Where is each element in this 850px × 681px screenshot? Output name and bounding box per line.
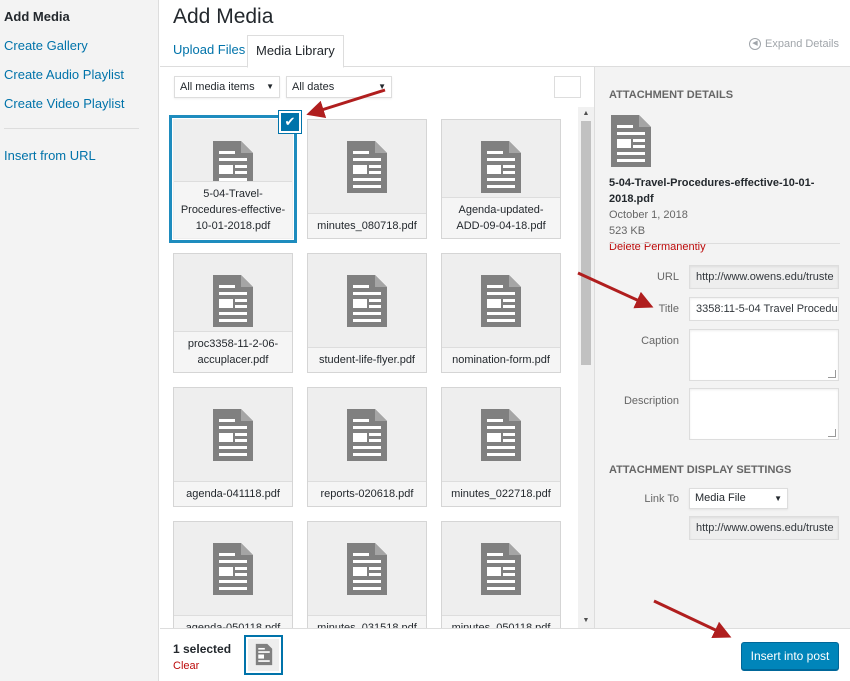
attachment-tile[interactable]: Agenda-updated-ADD-09-04-18.pdf [441, 119, 561, 239]
link-to-select[interactable]: Media File ▼ [689, 488, 788, 509]
media-type-filter[interactable]: All media items ▼ [174, 76, 280, 98]
media-sidebar-menu: Add Media Create Gallery Create Audio Pl… [0, 0, 159, 681]
attachment-tile[interactable]: 5-04-Travel-Procedures-effective-10-01-2… [173, 111, 301, 239]
title-field[interactable]: 3358:11-5-04 Travel Procedur [689, 297, 839, 321]
caption-textarea[interactable] [689, 329, 839, 381]
document-icon [611, 115, 651, 167]
attachment-tile[interactable]: reports-020618.pdf [307, 387, 427, 507]
attachment-tile[interactable]: minutes_080718.pdf [307, 119, 427, 239]
menu-separator [4, 128, 139, 129]
attachment-filename: minutes_050118.pdf [442, 615, 560, 628]
attachment-size: 523 KB [609, 225, 646, 237]
check-icon[interactable]: ✔ [279, 111, 301, 133]
attachment-filename: 5-04-Travel-Procedures-effective-10-01-2… [174, 181, 292, 238]
attachment-filename: minutes_031518.pdf [308, 615, 426, 628]
media-tabs: Upload Files Media Library [160, 35, 850, 68]
document-icon [347, 275, 387, 327]
document-icon [213, 275, 253, 327]
attachment-filename: Agenda-updated-ADD-09-04-18.pdf [442, 197, 560, 238]
tab-media-library[interactable]: Media Library [247, 35, 344, 68]
attachment-filename: agenda-041118.pdf [174, 481, 292, 506]
url-field[interactable]: http://www.owens.edu/truste [689, 265, 839, 289]
link-to-label: Link To [644, 493, 679, 505]
attachment-tile[interactable]: agenda-050118.pdf [173, 521, 293, 628]
document-icon [481, 409, 521, 461]
expand-details-icon: ◀ [749, 38, 761, 50]
attachment-filename: student-life-flyer.pdf [308, 347, 426, 372]
chevron-down-icon: ▼ [774, 494, 782, 503]
document-icon [481, 141, 521, 193]
document-icon [347, 543, 387, 595]
menu-add-media[interactable]: Add Media [0, 2, 158, 31]
document-icon [213, 409, 253, 461]
document-icon [213, 543, 253, 595]
date-filter[interactable]: All dates ▼ [286, 76, 392, 98]
menu-create-gallery[interactable]: Create Gallery [0, 31, 158, 60]
resize-grip-icon[interactable] [828, 370, 836, 378]
attachment-filename: nomination-form.pdf [442, 347, 560, 372]
title-label: Title [658, 303, 679, 315]
display-settings-heading: Attachment Display Settings [609, 464, 792, 476]
attachment-filename: agenda-050118.pdf [174, 615, 292, 628]
document-icon [481, 543, 521, 595]
attachment-details-panel: Attachment Details 5-04-Travel-Procedure… [594, 67, 850, 628]
media-bottom-toolbar: 1 selected Clear Insert into post [160, 628, 850, 681]
attachment-tile[interactable]: minutes_031518.pdf [307, 521, 427, 628]
url-label: URL [656, 271, 679, 283]
frame-title: Add Media [173, 5, 274, 28]
attachment-filename: minutes_022718.pdf [442, 481, 560, 506]
search-input[interactable] [554, 76, 581, 98]
date-filter-value: All dates [292, 81, 335, 93]
attachment-filename: 5-04-Travel-Procedures-effective-10-01-2… [609, 177, 815, 205]
attachment-tile[interactable]: agenda-041118.pdf [173, 387, 293, 507]
attachment-tile[interactable]: minutes_050118.pdf [441, 521, 561, 628]
attachment-tile[interactable]: proc3358-11-2-06-accuplacer.pdf [173, 253, 293, 373]
media-type-filter-value: All media items [180, 81, 255, 93]
scrollbar-thumb[interactable] [581, 121, 591, 365]
attachment-details-heading: Attachment Details [609, 89, 734, 101]
attachment-filename: proc3358-11-2-06-accuplacer.pdf [174, 331, 292, 372]
selection-count: 1 selected [173, 642, 232, 656]
media-toolbar: All media items ▼ All dates ▼ [160, 67, 594, 107]
caption-label: Caption [641, 335, 679, 347]
scroll-up-arrow-icon[interactable]: ▲ [578, 107, 594, 121]
expand-details-label: Expand Details [765, 38, 839, 50]
attachment-tile[interactable]: minutes_022718.pdf [441, 387, 561, 507]
menu-insert-from-url[interactable]: Insert from URL [0, 141, 158, 170]
attachments-grid: 5-04-Travel-Procedures-effective-10-01-2… [160, 107, 594, 628]
attachment-tile[interactable]: student-life-flyer.pdf [307, 253, 427, 373]
attachment-filename: reports-020618.pdf [308, 481, 426, 506]
scroll-down-arrow-icon[interactable]: ▼ [578, 614, 594, 628]
selected-attachment-thumbnail[interactable] [244, 635, 283, 675]
menu-create-video-playlist[interactable]: Create Video Playlist [0, 89, 158, 118]
document-icon [347, 141, 387, 193]
details-divider [609, 243, 840, 244]
attachment-date: October 1, 2018 [609, 209, 688, 221]
attachment-tile[interactable]: nomination-form.pdf [441, 253, 561, 373]
link-to-value: Media File [695, 492, 746, 504]
description-textarea[interactable] [689, 388, 839, 440]
menu-create-audio-playlist[interactable]: Create Audio Playlist [0, 60, 158, 89]
clear-selection-link[interactable]: Clear [173, 660, 199, 672]
expand-details-button[interactable]: ◀ Expand Details [749, 38, 839, 50]
chevron-down-icon: ▼ [378, 82, 386, 91]
grid-scrollbar[interactable]: ▲ ▼ [578, 107, 594, 628]
document-icon [255, 643, 273, 666]
document-icon [347, 409, 387, 461]
tab-upload-files[interactable]: Upload Files [165, 35, 253, 67]
link-url-field[interactable]: http://www.owens.edu/truste [689, 516, 839, 540]
chevron-down-icon: ▼ [266, 82, 274, 91]
attachment-filename: minutes_080718.pdf [308, 213, 426, 238]
document-icon [481, 275, 521, 327]
description-label: Description [623, 395, 679, 407]
resize-grip-icon[interactable] [828, 429, 836, 437]
insert-into-post-button[interactable]: Insert into post [741, 642, 839, 671]
